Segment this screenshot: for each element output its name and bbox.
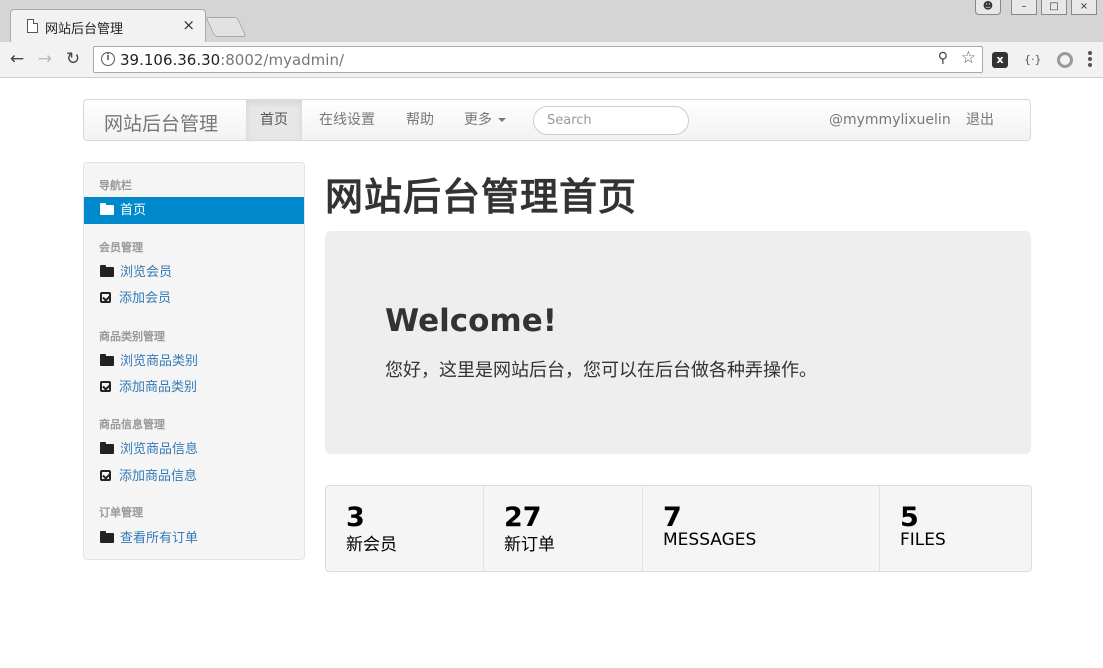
folder-open-icon [100, 354, 114, 366]
address-bar[interactable]: i 39.106.36.30:8002/myadmin/ ⚲ ☆ [93, 46, 983, 73]
stat-new-orders[interactable]: 27 新订单 [484, 486, 643, 571]
profile-icon[interactable]: ☻ [975, 0, 1001, 15]
sidebar-item-label: 浏览会员 [120, 265, 173, 280]
browser-tab-strip: 网站后台管理 × ☻ – □ × [0, 0, 1103, 43]
sidebar-item-add-product[interactable]: 添加商品信息 [84, 463, 304, 490]
brand-link[interactable]: 网站后台管理 [104, 109, 218, 136]
stat-label: 新会员 [346, 535, 397, 555]
user-link[interactable]: @mymmylixuelin [829, 100, 951, 140]
sidebar-item-label: 添加商品信息 [119, 469, 198, 484]
sidebar: 导航栏 首页 会员管理 浏览会员 添加会员 商品类别管理 浏览商品类别 添加商品… [83, 162, 305, 560]
nav-more-label: 更多 [464, 112, 492, 128]
top-navbar: 网站后台管理 首页 在线设置 帮助 更多 @mymmylixuelin 退出 [83, 99, 1031, 141]
nav-online-settings[interactable]: 在线设置 [305, 100, 389, 140]
nav-help[interactable]: 帮助 [392, 100, 448, 140]
sidebar-item-home[interactable]: 首页 [84, 197, 304, 224]
sidebar-item-label: 首页 [120, 203, 147, 218]
sidebar-header-orders: 订单管理 [99, 506, 143, 519]
extension-braces-icon[interactable]: {·} [1024, 52, 1042, 68]
stat-label: MESSAGES [663, 530, 757, 550]
check-square-icon [100, 292, 111, 303]
search-input[interactable] [533, 106, 689, 135]
new-tab-button[interactable] [205, 17, 247, 37]
sidebar-item-add-category[interactable]: 添加商品类别 [84, 374, 304, 401]
stats-panel: 3 新会员 27 新订单 7 MESSAGES 5 FILES [325, 485, 1032, 572]
folder-open-icon [100, 203, 114, 215]
browser-menu-icon[interactable] [1088, 51, 1092, 69]
sidebar-item-view-orders[interactable]: 查看所有订单 [84, 525, 304, 552]
extension-x-icon[interactable]: x [992, 52, 1008, 68]
check-square-icon [100, 381, 111, 392]
sidebar-item-add-member[interactable]: 添加会员 [84, 285, 304, 312]
key-icon[interactable]: ⚲ [938, 50, 948, 66]
maximize-icon[interactable]: □ [1041, 0, 1067, 15]
close-window-icon[interactable]: × [1071, 0, 1097, 15]
document-icon [27, 19, 38, 33]
minimize-icon[interactable]: – [1011, 0, 1037, 15]
forward-arrow-icon[interactable]: → [35, 49, 55, 69]
browser-toolbar: ← → ↻ i 39.106.36.30:8002/myadmin/ ⚲ ☆ x… [0, 42, 1103, 78]
stat-messages[interactable]: 7 MESSAGES [643, 486, 880, 571]
back-arrow-icon[interactable]: ← [7, 49, 27, 69]
welcome-title: Welcome! [385, 303, 557, 339]
bookmark-star-icon[interactable]: ☆ [961, 48, 976, 68]
sidebar-header-members: 会员管理 [99, 241, 143, 254]
check-square-icon [100, 470, 111, 481]
browser-tab[interactable]: 网站后台管理 × [10, 9, 206, 43]
folder-open-icon [100, 442, 114, 454]
page-title: 网站后台管理首页 [325, 175, 638, 219]
tab-title: 网站后台管理 [45, 22, 124, 37]
stat-value: 27 [504, 502, 542, 533]
caret-down-icon [498, 118, 506, 122]
sidebar-item-label: 浏览商品类别 [120, 354, 199, 369]
stat-value: 5 [900, 502, 919, 533]
sidebar-item-label: 添加商品类别 [119, 380, 198, 395]
stat-label: FILES [900, 530, 946, 550]
url-path: :8002/myadmin/ [220, 51, 345, 69]
stat-value: 3 [346, 502, 365, 533]
url-host: 39.106.36.30 [120, 51, 221, 69]
stat-value: 7 [663, 502, 682, 533]
nav-more-dropdown[interactable]: 更多 [450, 100, 520, 140]
sidebar-item-browse-members[interactable]: 浏览会员 [84, 259, 304, 286]
sidebar-item-label: 查看所有订单 [120, 531, 199, 546]
sidebar-header-nav: 导航栏 [99, 179, 132, 192]
sidebar-header-products: 商品信息管理 [99, 418, 165, 431]
info-icon[interactable]: i [101, 52, 115, 66]
extension-circle-icon[interactable] [1057, 52, 1073, 68]
sidebar-header-categories: 商品类别管理 [99, 330, 165, 343]
folder-open-icon [100, 531, 114, 543]
stat-files[interactable]: 5 FILES [880, 486, 1031, 571]
stat-new-members[interactable]: 3 新会员 [326, 486, 484, 571]
welcome-text: 您好，这里是网站后台，您可以在后台做各种弄操作。 [385, 360, 817, 381]
nav-home[interactable]: 首页 [246, 100, 302, 140]
reload-icon[interactable]: ↻ [63, 49, 83, 69]
sidebar-item-browse-products[interactable]: 浏览商品信息 [84, 436, 304, 463]
sidebar-item-browse-categories[interactable]: 浏览商品类别 [84, 348, 304, 375]
stat-label: 新订单 [504, 535, 555, 555]
welcome-jumbotron: Welcome! 您好，这里是网站后台，您可以在后台做各种弄操作。 [325, 231, 1031, 454]
logout-link[interactable]: 退出 [966, 100, 994, 140]
close-tab-icon[interactable]: × [182, 16, 195, 34]
sidebar-item-label: 添加会员 [119, 291, 172, 306]
window-controls: ☻ – □ × [975, 0, 1097, 15]
url-text: 39.106.36.30:8002/myadmin/ [120, 51, 344, 69]
sidebar-item-label: 浏览商品信息 [120, 442, 199, 457]
folder-open-icon [100, 265, 114, 277]
